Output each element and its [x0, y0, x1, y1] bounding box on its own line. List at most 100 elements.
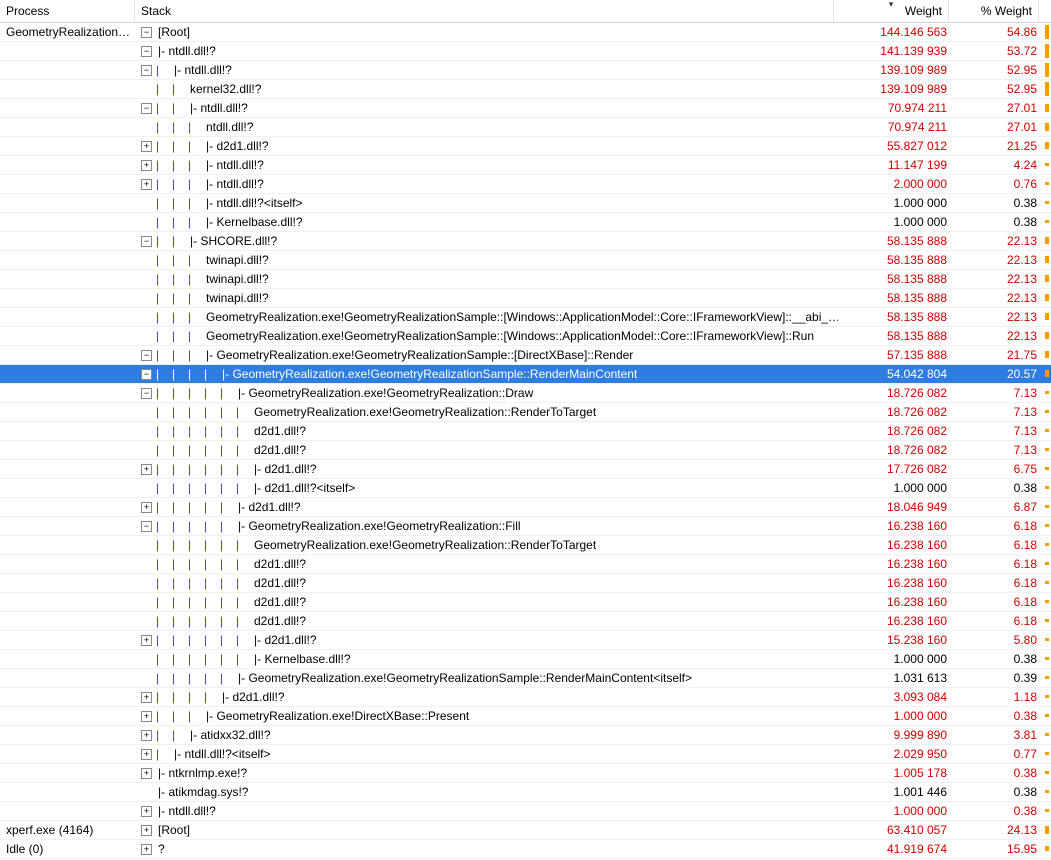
tree-row[interactable]: +|||||||- d2d1.dll!?17.726 0826.75	[0, 460, 1051, 479]
collapse-icon[interactable]: −	[141, 46, 152, 57]
pweight-cell: 21.75	[953, 346, 1043, 364]
weight-cell: 63.410 057	[838, 821, 953, 839]
tree-row[interactable]: ||||||GeometryRealization.exe!GeometryRe…	[0, 403, 1051, 422]
tree-row[interactable]: ||||||d2d1.dll!?16.238 1606.18	[0, 574, 1051, 593]
expand-icon[interactable]: +	[141, 635, 152, 646]
tree-row[interactable]: +|||||- d2d1.dll!?3.093 0841.18	[0, 688, 1051, 707]
tree-row[interactable]: −||||- GeometryRealization.exe!GeometryR…	[0, 346, 1051, 365]
tree-row[interactable]: |||ntdll.dll!?70.974 21127.01	[0, 118, 1051, 137]
collapse-icon[interactable]: −	[141, 27, 152, 38]
pweight-cell: 52.95	[953, 61, 1043, 79]
stack-cell: +||||||- d2d1.dll!?	[135, 498, 838, 516]
collapse-icon[interactable]: −	[141, 65, 152, 76]
tree-row[interactable]: ||||||d2d1.dll!?16.238 1606.18	[0, 555, 1051, 574]
pweight-cell: 52.95	[953, 80, 1043, 98]
expand-icon[interactable]: +	[141, 711, 152, 722]
indent-guides: ||||	[156, 365, 220, 383]
tree-row[interactable]: +||- ntdll.dll!?<itself>2.029 9500.77	[0, 745, 1051, 764]
tree-row[interactable]: ||||||d2d1.dll!?16.238 1606.18	[0, 612, 1051, 631]
weight-bar	[1045, 695, 1049, 698]
tree-row[interactable]: +||||- ntdll.dll!?11.147 1994.24	[0, 156, 1051, 175]
collapse-icon[interactable]: −	[141, 350, 152, 361]
tree-row[interactable]: −||||||- GeometryRealization.exe!Geometr…	[0, 517, 1051, 536]
pweight-cell: 0.38	[953, 802, 1043, 820]
column-header-weight[interactable]: ▾ Weight	[834, 0, 949, 22]
tree-row[interactable]: |||GeometryRealization.exe!GeometryReali…	[0, 308, 1051, 327]
tree-row[interactable]: −||||||- GeometryRealization.exe!Geometr…	[0, 384, 1051, 403]
sort-descending-icon: ▾	[889, 0, 894, 10]
expand-icon[interactable]: +	[141, 141, 152, 152]
tree-row[interactable]: |||||||- d2d1.dll!?<itself>1.000 0000.38	[0, 479, 1051, 498]
expand-icon[interactable]: +	[141, 464, 152, 475]
expand-icon[interactable]: +	[141, 160, 152, 171]
tree-row[interactable]: Idle (0)+?41.919 67415.95	[0, 840, 1051, 859]
process-cell	[0, 137, 135, 155]
expand-icon[interactable]: +	[141, 502, 152, 513]
tree-row[interactable]: |||twinapi.dll!?58.135 88822.13	[0, 270, 1051, 289]
tree-row[interactable]: +|||- atidxx32.dll!?9.999 8903.81	[0, 726, 1051, 745]
tree-row[interactable]: ||||||d2d1.dll!?16.238 1606.18	[0, 593, 1051, 612]
tree-row[interactable]: −|||- SHCORE.dll!?58.135 88822.13	[0, 232, 1051, 251]
tree-row[interactable]: +||||||- d2d1.dll!?18.046 9496.87	[0, 498, 1051, 517]
column-header-stack[interactable]: Stack	[135, 0, 834, 22]
weight-bar	[1045, 275, 1049, 282]
tree-row[interactable]: ||||||d2d1.dll!?18.726 0827.13	[0, 441, 1051, 460]
tree-row[interactable]: −|- ntdll.dll!?141.139 93953.72	[0, 42, 1051, 61]
tree-row[interactable]: −|||- ntdll.dll!?70.974 21127.01	[0, 99, 1051, 118]
column-header-pweight[interactable]: % Weight	[949, 0, 1039, 22]
stack-frame-label: |- Kernelbase.dll!?	[204, 213, 303, 231]
tree-row[interactable]: ||kernel32.dll!?139.109 98952.95	[0, 80, 1051, 99]
expand-icon[interactable]: +	[141, 730, 152, 741]
tree-row[interactable]: +||||- ntdll.dll!?2.000 0000.76	[0, 175, 1051, 194]
weight-bar-cell	[1043, 479, 1051, 497]
tree-row[interactable]: |||twinapi.dll!?58.135 88822.13	[0, 289, 1051, 308]
expand-icon[interactable]: +	[141, 844, 152, 855]
tree-row[interactable]: −|||||- GeometryRealization.exe!Geometry…	[0, 365, 1051, 384]
weight-bar-cell	[1043, 384, 1051, 402]
tree-row[interactable]: GeometryRealization…−[Root]144.146 56354…	[0, 23, 1051, 42]
weight-cell: 58.135 888	[838, 251, 953, 269]
collapse-icon[interactable]: −	[141, 521, 152, 532]
stack-frame-label: |- ntdll.dll!?	[204, 175, 264, 193]
expand-icon[interactable]: +	[141, 179, 152, 190]
tree-row[interactable]: xperf.exe (4164)+[Root]63.410 05724.13	[0, 821, 1051, 840]
collapse-icon[interactable]: −	[141, 388, 152, 399]
pweight-cell: 20.57	[953, 365, 1043, 383]
tree-row[interactable]: −||- ntdll.dll!?139.109 98952.95	[0, 61, 1051, 80]
collapse-icon[interactable]: −	[141, 369, 152, 380]
collapse-icon[interactable]: −	[141, 236, 152, 247]
tree-row[interactable]: ||||||GeometryRealization.exe!GeometryRe…	[0, 536, 1051, 555]
tree-row[interactable]: |||GeometryRealization.exe!GeometryReali…	[0, 327, 1051, 346]
tree-row[interactable]: ||||||d2d1.dll!?18.726 0827.13	[0, 422, 1051, 441]
stack-frame-label: |- ntdll.dll!?	[172, 61, 232, 79]
tree-row[interactable]: +|- ntdll.dll!?1.000 0000.38	[0, 802, 1051, 821]
tree-row[interactable]: ||||- Kernelbase.dll!?1.000 0000.38	[0, 213, 1051, 232]
tree-row[interactable]: +|- ntkrnlmp.exe!?1.005 1780.38	[0, 764, 1051, 783]
tree-row[interactable]: |||twinapi.dll!?58.135 88822.13	[0, 251, 1051, 270]
expand-icon[interactable]: +	[141, 806, 152, 817]
tree-row[interactable]: ||||- ntdll.dll!?<itself>1.000 0000.38	[0, 194, 1051, 213]
column-header-process[interactable]: Process	[0, 0, 135, 22]
indent-guides: |||	[156, 707, 204, 725]
indent-guides: ||||||	[156, 612, 252, 630]
tree-row[interactable]: +||||- GeometryRealization.exe!DirectXBa…	[0, 707, 1051, 726]
weight-cell: 11.147 199	[838, 156, 953, 174]
expand-icon[interactable]: +	[141, 768, 152, 779]
expand-icon[interactable]: +	[141, 749, 152, 760]
weight-cell: 1.000 000	[838, 707, 953, 725]
stack-cell: ||||- ntdll.dll!?<itself>	[135, 194, 838, 212]
weight-bar	[1045, 370, 1049, 377]
tree-row[interactable]: +||||- d2d1.dll!?55.827 01221.25	[0, 137, 1051, 156]
stack-frame-label: |- ntdll.dll!?<itself>	[172, 745, 271, 763]
expand-icon[interactable]: +	[141, 692, 152, 703]
weight-bar-cell	[1043, 688, 1051, 706]
pweight-cell: 22.13	[953, 289, 1043, 307]
tree-row[interactable]: ||||||- GeometryRealization.exe!Geometry…	[0, 669, 1051, 688]
expand-icon[interactable]: +	[141, 825, 152, 836]
tree-row[interactable]: |- atikmdag.sys!?1.001 4460.38	[0, 783, 1051, 802]
stack-cell: ||kernel32.dll!?	[135, 80, 838, 98]
tree-row[interactable]: +|||||||- d2d1.dll!?15.238 1605.80	[0, 631, 1051, 650]
tree-row[interactable]: |||||||- Kernelbase.dll!?1.000 0000.38	[0, 650, 1051, 669]
stack-frame-label: |- Kernelbase.dll!?	[252, 650, 351, 668]
collapse-icon[interactable]: −	[141, 103, 152, 114]
